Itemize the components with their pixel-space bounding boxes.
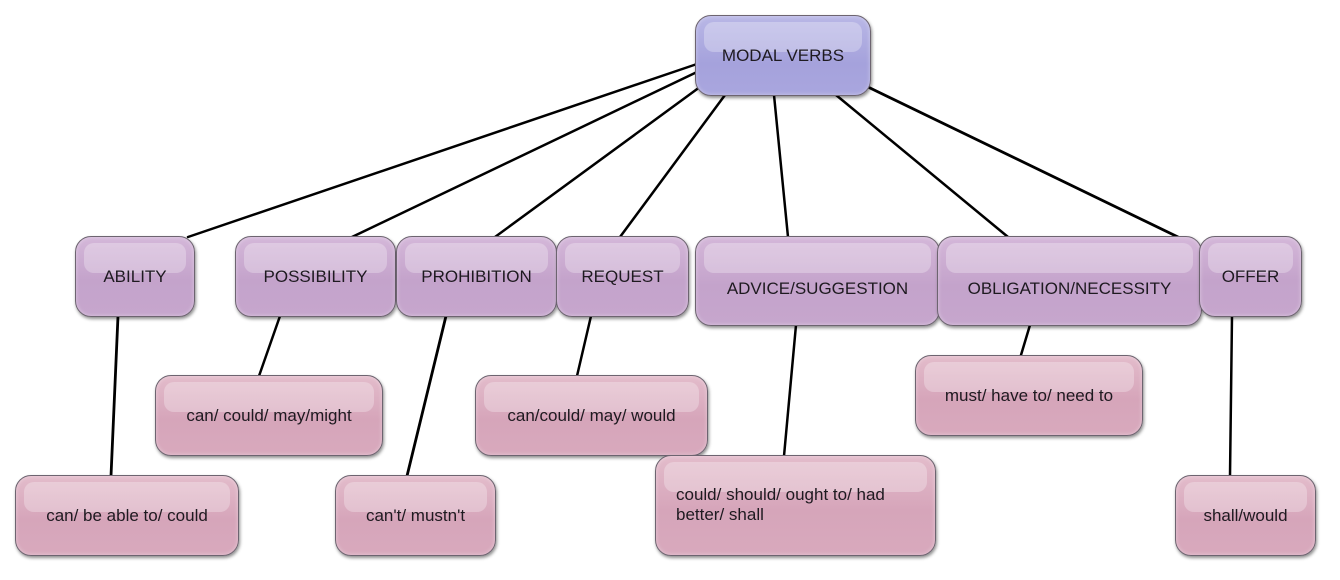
connector-offer-example xyxy=(1228,314,1234,478)
connector-prohibition-example xyxy=(405,314,448,478)
connector-root-request xyxy=(618,93,727,239)
example-label: must/ have to/ need to xyxy=(944,385,1114,405)
root-node-modal-verbs[interactable]: MODAL VERBS xyxy=(695,15,871,96)
root-label: MODAL VERBS xyxy=(721,45,845,65)
connector-root-advice xyxy=(772,93,790,239)
connector-root-ability xyxy=(186,62,699,239)
example-node-obligation[interactable]: must/ have to/ need to xyxy=(915,355,1143,436)
example-label: can/could/ may/ would xyxy=(507,405,676,425)
connector-obligation-example xyxy=(1019,323,1032,357)
example-label: could/ should/ ought to/ had better/ sha… xyxy=(676,485,885,524)
category-label: REQUEST xyxy=(581,266,664,286)
connector-ability-example xyxy=(109,314,120,478)
connector-request-example xyxy=(575,314,593,378)
example-node-advice[interactable]: could/ should/ ought to/ had better/ sha… xyxy=(655,455,936,556)
category-label: OBLIGATION/NECESSITY xyxy=(967,279,1172,298)
connector-possibility-example xyxy=(257,314,282,378)
category-node-ability[interactable]: ABILITY xyxy=(75,236,195,317)
example-node-request[interactable]: can/could/ may/ would xyxy=(475,375,708,456)
example-node-ability[interactable]: can/ be able to/ could xyxy=(15,475,239,556)
connector-advice-example xyxy=(782,323,798,458)
example-node-offer[interactable]: shall/would xyxy=(1175,475,1316,556)
connector-root-offer xyxy=(866,85,1180,239)
category-label: PROHIBITION xyxy=(421,266,532,286)
category-label: ABILITY xyxy=(103,266,167,286)
category-label: ADVICE/SUGGESTION xyxy=(726,279,909,298)
example-label: can/ could/ may/might xyxy=(186,405,352,425)
connector-root-prohibition xyxy=(493,82,706,239)
category-label: OFFER xyxy=(1221,266,1280,286)
example-label: can/ be able to/ could xyxy=(46,505,208,525)
example-label: shall/would xyxy=(1203,505,1288,525)
category-node-possibility[interactable]: POSSIBILITY xyxy=(235,236,396,317)
category-node-obligation-necessity[interactable]: OBLIGATION/NECESSITY xyxy=(937,236,1202,326)
example-node-prohibition[interactable]: can't/ mustn't xyxy=(335,475,496,556)
category-node-prohibition[interactable]: PROHIBITION xyxy=(396,236,557,317)
example-node-possibility[interactable]: can/ could/ may/might xyxy=(155,375,383,456)
category-node-advice-suggestion[interactable]: ADVICE/SUGGESTION xyxy=(695,236,940,326)
category-label: POSSIBILITY xyxy=(263,266,368,286)
connector-root-possibility xyxy=(350,70,699,239)
category-node-request[interactable]: REQUEST xyxy=(556,236,689,317)
category-node-offer[interactable]: OFFER xyxy=(1199,236,1302,317)
example-label: can't/ mustn't xyxy=(365,505,466,525)
connector-root-obligation xyxy=(834,93,1010,239)
